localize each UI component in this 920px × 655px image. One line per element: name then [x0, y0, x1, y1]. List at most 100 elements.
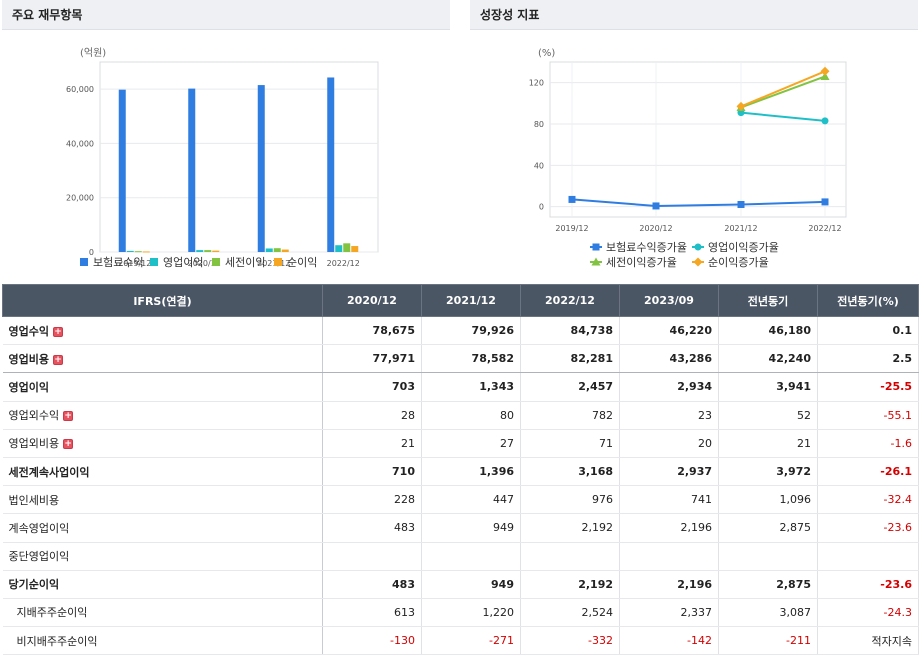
- row-label: 계속영업이익: [2, 513, 323, 543]
- table-cell: 3,168: [520, 457, 620, 487]
- legend-label: 보험료수익: [93, 256, 144, 269]
- bar-0-0: [118, 89, 126, 252]
- table-cell: 447: [421, 485, 521, 515]
- legend-swatch: [80, 258, 88, 266]
- table-cell: 949: [421, 513, 521, 543]
- row-label-text: 영업수익: [8, 324, 49, 338]
- point-0-3: [821, 198, 829, 206]
- panel-title-financials: 주요 재무항목: [2, 0, 450, 30]
- expand-plus-icon[interactable]: +: [52, 326, 63, 337]
- row-label: 지배주주순이익: [2, 598, 323, 628]
- table-row: 지배주주순이익 613 1,220 2,524 2,337 3,087 -24.3: [2, 598, 919, 628]
- bar-3-1: [212, 250, 220, 252]
- table-cell: 782: [520, 401, 620, 430]
- legend-swatch: [150, 258, 158, 266]
- bar-1-1: [196, 250, 204, 252]
- table-cell: 78,675: [322, 316, 422, 346]
- table-cell: 2,875: [718, 513, 818, 543]
- bar-1-0: [126, 250, 134, 252]
- y-tick-label: 60,000: [66, 85, 94, 94]
- table-cell: 28: [322, 401, 422, 430]
- table-cell: 483: [322, 570, 422, 599]
- point-0-1: [652, 202, 660, 210]
- table-cell: 82,281: [520, 344, 620, 374]
- bar-2-3: [343, 243, 351, 252]
- table-cell: 1,096: [718, 485, 818, 515]
- header-period: 전년동기(%): [817, 284, 919, 317]
- legend-label: 보험료수익증가율: [606, 241, 687, 254]
- table-row: 영업이익 703 1,343 2,457 2,934 3,941 -25.5: [2, 372, 919, 402]
- legend-swatch: [212, 258, 220, 266]
- legend-label: 세전이익증가율: [606, 256, 677, 269]
- row-label: 중단영업이익: [2, 542, 323, 571]
- header-period: 전년동기: [718, 284, 818, 317]
- table-cell: 2,457: [520, 372, 620, 402]
- table-row: 영업비용 +77,971 78,582 82,281 43,286 42,240 2.5: [2, 344, 919, 374]
- expand-plus-icon[interactable]: +: [52, 354, 63, 365]
- row-label-text: 영업외수익: [8, 409, 60, 423]
- y-tick-label: 40,000: [66, 139, 94, 148]
- table-cell: 0.1: [817, 316, 919, 346]
- table-cell: 21: [322, 429, 422, 458]
- header-period: 2020/12: [322, 284, 422, 317]
- table-cell: 3,972: [718, 457, 818, 487]
- table-cell: -26.1: [817, 457, 919, 487]
- bar-0-3: [327, 77, 335, 252]
- x-tick-label: 2022/12: [327, 259, 360, 268]
- table-cell: -32.4: [817, 485, 919, 515]
- table-cell: -23.6: [817, 513, 919, 543]
- table-cell: 77,971: [322, 344, 422, 374]
- table-cell: [421, 542, 521, 571]
- table-cell: 2,192: [520, 570, 620, 599]
- table-cell: -332: [520, 626, 620, 655]
- bar-3-2: [281, 249, 289, 252]
- table-cell: 80: [421, 401, 521, 430]
- expand-plus-icon[interactable]: +: [63, 411, 74, 422]
- bar-chart: (억원)020,00040,00060,0002019/12 2020/12 202…: [66, 47, 379, 269]
- table-cell: -271: [421, 626, 521, 655]
- row-label-text: 당기순이익: [8, 578, 60, 592]
- bar-1-2: [265, 248, 273, 252]
- header-period: 2021/12: [421, 284, 521, 317]
- table-cell: 2,192: [520, 513, 620, 543]
- y-tick-label: 20,000: [66, 194, 94, 203]
- table-cell: [619, 542, 719, 571]
- row-label-text: 영업외비용: [8, 437, 60, 451]
- row-label-text: 중단영업이익: [8, 550, 70, 564]
- expand-plus-icon[interactable]: +: [63, 439, 74, 450]
- table-row: 비지배주주순이익 -130 -271 -332 -142 -211 적자지속: [2, 626, 919, 655]
- table-cell: -24.3: [817, 598, 919, 628]
- bar-2-0: [134, 251, 142, 253]
- bar-0-2: [257, 85, 265, 252]
- row-label-text: 법인세비용: [8, 493, 60, 507]
- table-cell: -142: [619, 626, 719, 655]
- table-cell: 2,196: [619, 570, 719, 599]
- table-row: 영업외수익 +28 80 782 23 52 -55.1: [2, 401, 919, 430]
- legend-marker: [592, 243, 600, 251]
- table-cell: [520, 542, 620, 571]
- bar-2-1: [204, 250, 212, 252]
- table-cell: 42,240: [718, 344, 818, 374]
- table-cell: 1,396: [421, 457, 521, 487]
- table-cell: 43,286: [619, 344, 719, 374]
- row-label-text: 비지배주주순이익: [16, 634, 98, 648]
- table-cell: 46,220: [619, 316, 719, 346]
- header-period: 2023/09: [619, 284, 719, 317]
- table-header-row: IFRS(연결) 2020/12 2021/12 2022/12 2023/09 전년동기…: [2, 284, 919, 317]
- table-cell: 27: [421, 429, 521, 458]
- y-tick-label: 40: [534, 161, 544, 170]
- legend-label: 순이익: [287, 256, 317, 269]
- bar-3-3: [351, 246, 359, 252]
- bar-1-3: [335, 245, 343, 252]
- row-label: 비지배주주순이익: [2, 626, 323, 655]
- table-cell: 52: [718, 401, 818, 430]
- table-cell: 976: [520, 485, 620, 515]
- line-chart: (%) 0 40 80 120 2019/12 2020/12 2021/12 2022/12 보…: [529, 48, 847, 269]
- table-cell: [322, 542, 422, 571]
- row-label-text: 세전계속사업이익: [8, 465, 90, 479]
- row-label: 영업수익 +: [2, 316, 323, 346]
- table-cell: 23: [619, 401, 719, 430]
- table-cell: 21: [718, 429, 818, 458]
- row-label: 영업이익: [2, 372, 323, 402]
- table-cell: 78,582: [421, 344, 521, 374]
